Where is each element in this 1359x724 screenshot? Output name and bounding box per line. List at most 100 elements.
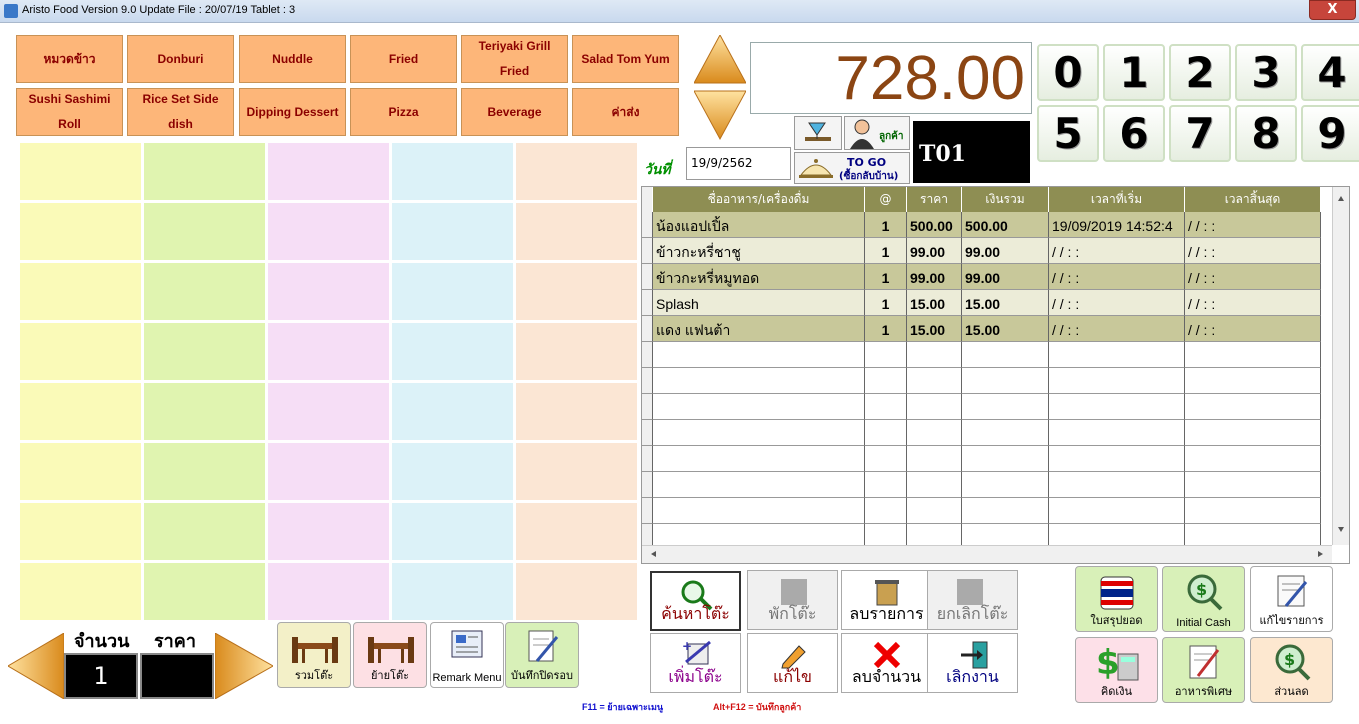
category-button[interactable]: Sushi Sashimi Roll: [16, 88, 123, 136]
menu-item-slot[interactable]: [144, 323, 265, 380]
menu-item-slot[interactable]: [516, 383, 637, 440]
delete-item-button[interactable]: ลบรายการ: [841, 570, 932, 630]
menu-item-slot[interactable]: [144, 443, 265, 500]
category-button[interactable]: Teriyaki Grill Fried: [461, 35, 568, 83]
table-row[interactable]: [642, 342, 1349, 368]
menu-item-slot[interactable]: [144, 383, 265, 440]
menu-item-slot[interactable]: [392, 563, 513, 620]
qty-field[interactable]: 1: [64, 653, 138, 699]
menu-item-slot[interactable]: [144, 263, 265, 320]
menu-item-slot[interactable]: [516, 263, 637, 320]
menu-item-slot[interactable]: [392, 143, 513, 200]
quit-button[interactable]: เลิกงาน: [927, 633, 1018, 693]
category-button[interactable]: Nuddle: [239, 35, 346, 83]
grid-column-header[interactable]: ราคา: [907, 187, 962, 212]
table-row[interactable]: [642, 498, 1349, 524]
category-button[interactable]: หมวดข้าว: [16, 35, 123, 83]
row-selector[interactable]: [642, 394, 653, 420]
grid-column-header[interactable]: @: [865, 187, 907, 212]
menu-item-slot[interactable]: [268, 203, 389, 260]
table-row[interactable]: ข้าวกะหรี่หมูทอด 1 99.00 99.00/ / : : / / : …: [642, 264, 1349, 290]
move-table-button[interactable]: ย้ายโต๊ะ: [353, 622, 427, 688]
price-field[interactable]: [140, 653, 214, 699]
right-arrow-icon[interactable]: [215, 633, 273, 699]
category-button[interactable]: Beverage: [461, 88, 568, 136]
numpad-key-8[interactable]: 8: [1235, 105, 1297, 162]
summary-button[interactable]: ใบสรุปยอด: [1075, 566, 1158, 632]
numpad-key-4[interactable]: 4: [1301, 44, 1359, 101]
left-arrow-icon[interactable]: [8, 633, 64, 699]
menu-item-slot[interactable]: [516, 143, 637, 200]
row-selector[interactable]: [642, 212, 653, 238]
menu-item-slot[interactable]: [20, 263, 141, 320]
menu-item-slot[interactable]: [144, 203, 265, 260]
menu-item-slot[interactable]: [20, 143, 141, 200]
menu-item-slot[interactable]: [268, 323, 389, 380]
menu-item-slot[interactable]: [392, 203, 513, 260]
menu-item-slot[interactable]: [20, 323, 141, 380]
menu-item-slot[interactable]: [392, 263, 513, 320]
table-row[interactable]: [642, 394, 1349, 420]
discount-button[interactable]: $ ส่วนลด: [1250, 637, 1333, 703]
delete-qty-button[interactable]: ลบจำนวน: [841, 633, 932, 693]
menu-item-slot[interactable]: [268, 503, 389, 560]
menu-item-slot[interactable]: [268, 563, 389, 620]
close-button[interactable]: X: [1309, 0, 1356, 20]
row-selector[interactable]: [642, 498, 653, 524]
edit-button[interactable]: แก้ไข: [747, 633, 838, 693]
vertical-scrollbar[interactable]: [1332, 187, 1349, 545]
table-row[interactable]: [642, 472, 1349, 498]
menu-item-slot[interactable]: [516, 443, 637, 500]
numpad-key-7[interactable]: 7: [1169, 105, 1231, 162]
togo-button[interactable]: TO GO (ซื้อกลับบ้าน): [794, 152, 910, 184]
menu-item-slot[interactable]: [268, 383, 389, 440]
category-button[interactable]: ค่าส่ง: [572, 88, 679, 136]
edit-items-button[interactable]: แก้ไขรายการ: [1250, 566, 1333, 632]
menu-item-slot[interactable]: [20, 383, 141, 440]
menu-item-slot[interactable]: [516, 563, 637, 620]
table-row[interactable]: [642, 368, 1349, 394]
row-selector[interactable]: [642, 342, 653, 368]
grid-column-header[interactable]: เวลาสิ้นสุด: [1185, 187, 1321, 212]
row-selector[interactable]: [642, 420, 653, 446]
menu-item-slot[interactable]: [392, 323, 513, 380]
initial-cash-button[interactable]: $ Initial Cash: [1162, 566, 1245, 632]
category-button[interactable]: Pizza: [350, 88, 457, 136]
menu-item-slot[interactable]: [20, 443, 141, 500]
table-row[interactable]: [642, 446, 1349, 472]
remark-menu-button[interactable]: Remark Menu: [430, 622, 504, 688]
row-selector[interactable]: [642, 290, 653, 316]
category-button[interactable]: Salad Tom Yum: [572, 35, 679, 83]
menu-item-slot[interactable]: [268, 443, 389, 500]
customer-button[interactable]: ลูกค้า: [844, 116, 910, 150]
numpad-key-9[interactable]: 9: [1301, 105, 1359, 162]
menu-item-slot[interactable]: [268, 263, 389, 320]
menu-item-slot[interactable]: [268, 143, 389, 200]
menu-item-slot[interactable]: [144, 563, 265, 620]
grid-column-header[interactable]: เงินรวม: [962, 187, 1049, 212]
menu-item-slot[interactable]: [516, 323, 637, 380]
row-selector[interactable]: [642, 316, 653, 342]
save-close-button[interactable]: บันทึกปิดรอบ: [505, 622, 579, 688]
table-row[interactable]: Splash 1 15.00 15.00/ / : : / / : :: [642, 290, 1349, 316]
menu-item-slot[interactable]: [20, 563, 141, 620]
add-table-button[interactable]: + เพิ่มโต๊ะ: [650, 633, 741, 693]
menu-item-slot[interactable]: [392, 383, 513, 440]
calc-money-button[interactable]: $ คิดเงิน: [1075, 637, 1158, 703]
table-row[interactable]: [642, 420, 1349, 446]
numpad-key-3[interactable]: 3: [1235, 44, 1297, 101]
row-selector[interactable]: [642, 446, 653, 472]
numpad-key-2[interactable]: 2: [1169, 44, 1231, 101]
category-button[interactable]: Dipping Dessert: [239, 88, 346, 136]
hold-table-button[interactable]: พักโต๊ะ: [747, 570, 838, 630]
menu-item-slot[interactable]: [20, 203, 141, 260]
numpad-key-6[interactable]: 6: [1103, 105, 1165, 162]
row-selector[interactable]: [642, 264, 653, 290]
menu-item-slot[interactable]: [516, 503, 637, 560]
grid-column-header[interactable]: ชื่ออาหาร/เครื่องดื่ม: [653, 187, 865, 212]
numpad-key-1[interactable]: 1: [1103, 44, 1165, 101]
menu-item-slot[interactable]: [144, 143, 265, 200]
table-row[interactable]: ข้าวกะหรี่ชาชู 1 99.00 99.00/ / : : / / : :: [642, 238, 1349, 264]
numpad-key-0[interactable]: 0: [1037, 44, 1099, 101]
drink-button[interactable]: [794, 116, 842, 150]
